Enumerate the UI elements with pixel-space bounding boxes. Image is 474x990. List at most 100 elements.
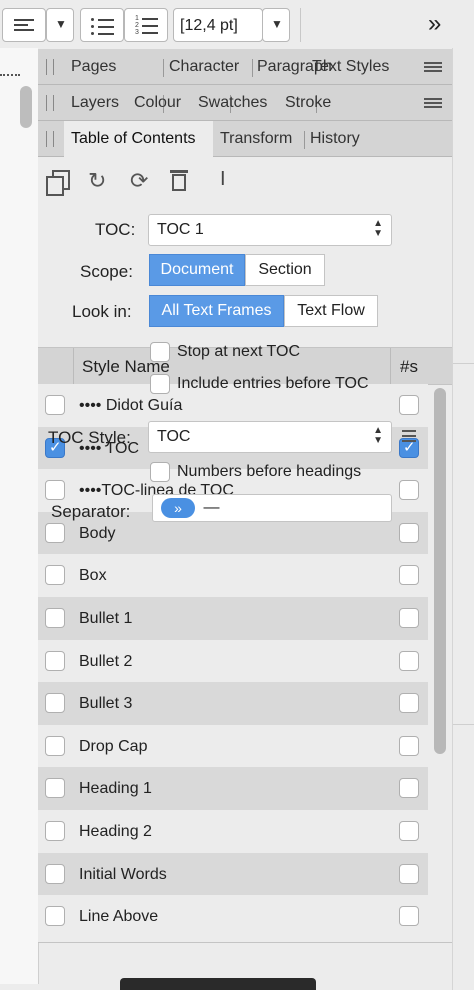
table-row[interactable]: Bullet 2 [38,639,428,683]
style-include-checkbox[interactable] [45,565,65,586]
bullet-list-icon [91,17,115,35]
list-scrollbar[interactable] [434,388,446,754]
table-row[interactable]: Bullet 3 [38,682,428,726]
align-dropdown-button[interactable]: ▼ [46,8,74,42]
style-include-checkbox[interactable] [45,906,65,927]
table-row[interactable]: Line Above [38,895,428,939]
lookin-all-frames-button[interactable]: All Text Frames [149,295,284,327]
toc-style-label: TOC Style: [48,428,131,447]
stepper-arrows-icon[interactable]: ▲ ▼ [373,219,383,239]
style-include-checkbox[interactable] [45,778,65,799]
table-row[interactable]: Initial Words [38,852,428,896]
panel-tabbar-3: Table of Contents Transform History [38,121,452,157]
scope-document-button[interactable]: Document [149,254,245,286]
style-number-checkbox[interactable] [399,608,419,628]
toc-label: TOC: [95,220,136,239]
tab-layers[interactable]: Layers [71,85,119,120]
style-name: Initial Words [79,865,167,883]
style-number-checkbox[interactable] [399,778,419,799]
style-number-checkbox[interactable] [399,522,419,543]
separator-label: Separator: [51,502,131,521]
stop-next-checkbox[interactable] [150,342,170,362]
trash-icon[interactable] [170,170,188,192]
style-name: Drop Cap [79,737,148,755]
grip-handle-icon[interactable] [46,131,54,147]
tab-colour[interactable]: Colour [134,85,181,120]
style-number-checkbox[interactable] [399,906,419,927]
toc-style-menu-icon[interactable] [402,430,422,444]
vertical-scrollbar[interactable] [20,86,32,128]
toc-select[interactable]: TOC 1 ▲ ▼ [148,214,392,246]
tab-transform[interactable]: Transform [220,121,292,156]
dock-bar [120,978,316,990]
numbers-before-checkbox[interactable] [150,462,170,482]
separator-token[interactable]: » [161,498,195,518]
style-include-checkbox[interactable] [45,735,65,756]
bullet-list-button[interactable] [80,8,124,42]
style-number-checkbox[interactable] [399,735,419,756]
style-name: Heading 2 [79,823,152,840]
separator-field[interactable]: » — [152,494,392,522]
overflow-chevron-icon[interactable]: » [428,10,441,38]
grip-handle-icon[interactable] [46,95,54,111]
lookin-label: Look in: [72,302,132,321]
style-include-checkbox[interactable] [45,650,65,671]
tab-character[interactable]: Character [169,49,239,84]
tab-swatches[interactable]: Swatches [198,85,267,120]
table-row[interactable]: Heading 1 [38,767,428,811]
refresh-icon[interactable]: ↻ [88,168,106,194]
style-include-checkbox[interactable] [45,863,65,884]
duplicate-icon[interactable] [44,168,70,196]
style-include-checkbox[interactable] [45,821,65,841]
tab-table-of-contents[interactable]: Table of Contents [71,121,196,156]
style-number-checkbox[interactable] [399,395,419,415]
font-size-dropdown-button[interactable]: ▼ [262,8,290,42]
panel-tabbar-1: Pages Character Paragraph Text Styles [38,49,452,85]
style-number-checkbox[interactable] [399,480,419,501]
style-number-checkbox[interactable] [399,821,419,841]
tab-stroke[interactable]: Stroke [285,85,331,120]
panel-bottom-edge [38,942,452,943]
header-count[interactable]: #s [400,357,418,377]
lookin-text-flow-button[interactable]: Text Flow [284,295,378,327]
numbered-list-button[interactable]: 1 2 3 [124,8,168,42]
include-before-checkbox[interactable] [150,374,170,394]
style-number-checkbox[interactable] [399,565,419,586]
table-row[interactable]: Box [38,554,428,598]
table-row[interactable]: Heading 2 [38,810,428,853]
style-name: Line Above [79,908,159,926]
toc-style-select[interactable]: TOC ▲ ▼ [148,421,392,453]
align-left-icon [14,19,34,31]
style-include-checkbox[interactable] [45,693,65,714]
tab-pages[interactable]: Pages [71,49,116,84]
style-number-checkbox[interactable] [399,693,419,714]
paragraph-align-button[interactable] [2,8,46,42]
style-number-checkbox[interactable] [399,650,419,671]
chevron-down-icon: ▼ [271,17,283,31]
style-number-checkbox[interactable] [399,863,419,884]
stepper-arrows-icon[interactable]: ▲ ▼ [373,426,383,446]
document-canvas-edge [0,48,39,984]
font-size-field[interactable]: [12,4 pt] [173,8,263,42]
chevron-down-icon: ▼ [55,17,67,31]
ruler-dots [0,74,20,76]
style-include-checkbox[interactable] [45,608,65,628]
scope-section-button[interactable]: Section [245,254,325,286]
update-all-icon[interactable]: ⟳ [130,168,148,194]
panel-menu-icon[interactable] [424,62,442,74]
table-row[interactable]: Drop Cap [38,724,428,768]
scope-label: Scope: [80,262,133,281]
numbered-list-icon: 1 2 3 [135,15,159,37]
grip-handle-icon[interactable] [46,59,54,75]
numbers-before-label: Numbers before headings [177,463,362,480]
tab-history[interactable]: History [310,121,360,156]
tab-text-styles[interactable]: Text Styles [312,49,389,84]
style-include-checkbox[interactable] [45,395,65,415]
top-toolbar: ▼ 1 2 3 [12,4 pt] ▼ » [0,0,474,49]
panel-menu-icon[interactable] [424,98,442,110]
table-row[interactable]: Bullet 1 [38,597,428,640]
style-include-checkbox[interactable] [45,480,65,501]
style-include-checkbox[interactable] [45,522,65,543]
style-name: Box [79,567,107,585]
style-name: Bullet 1 [79,610,133,627]
